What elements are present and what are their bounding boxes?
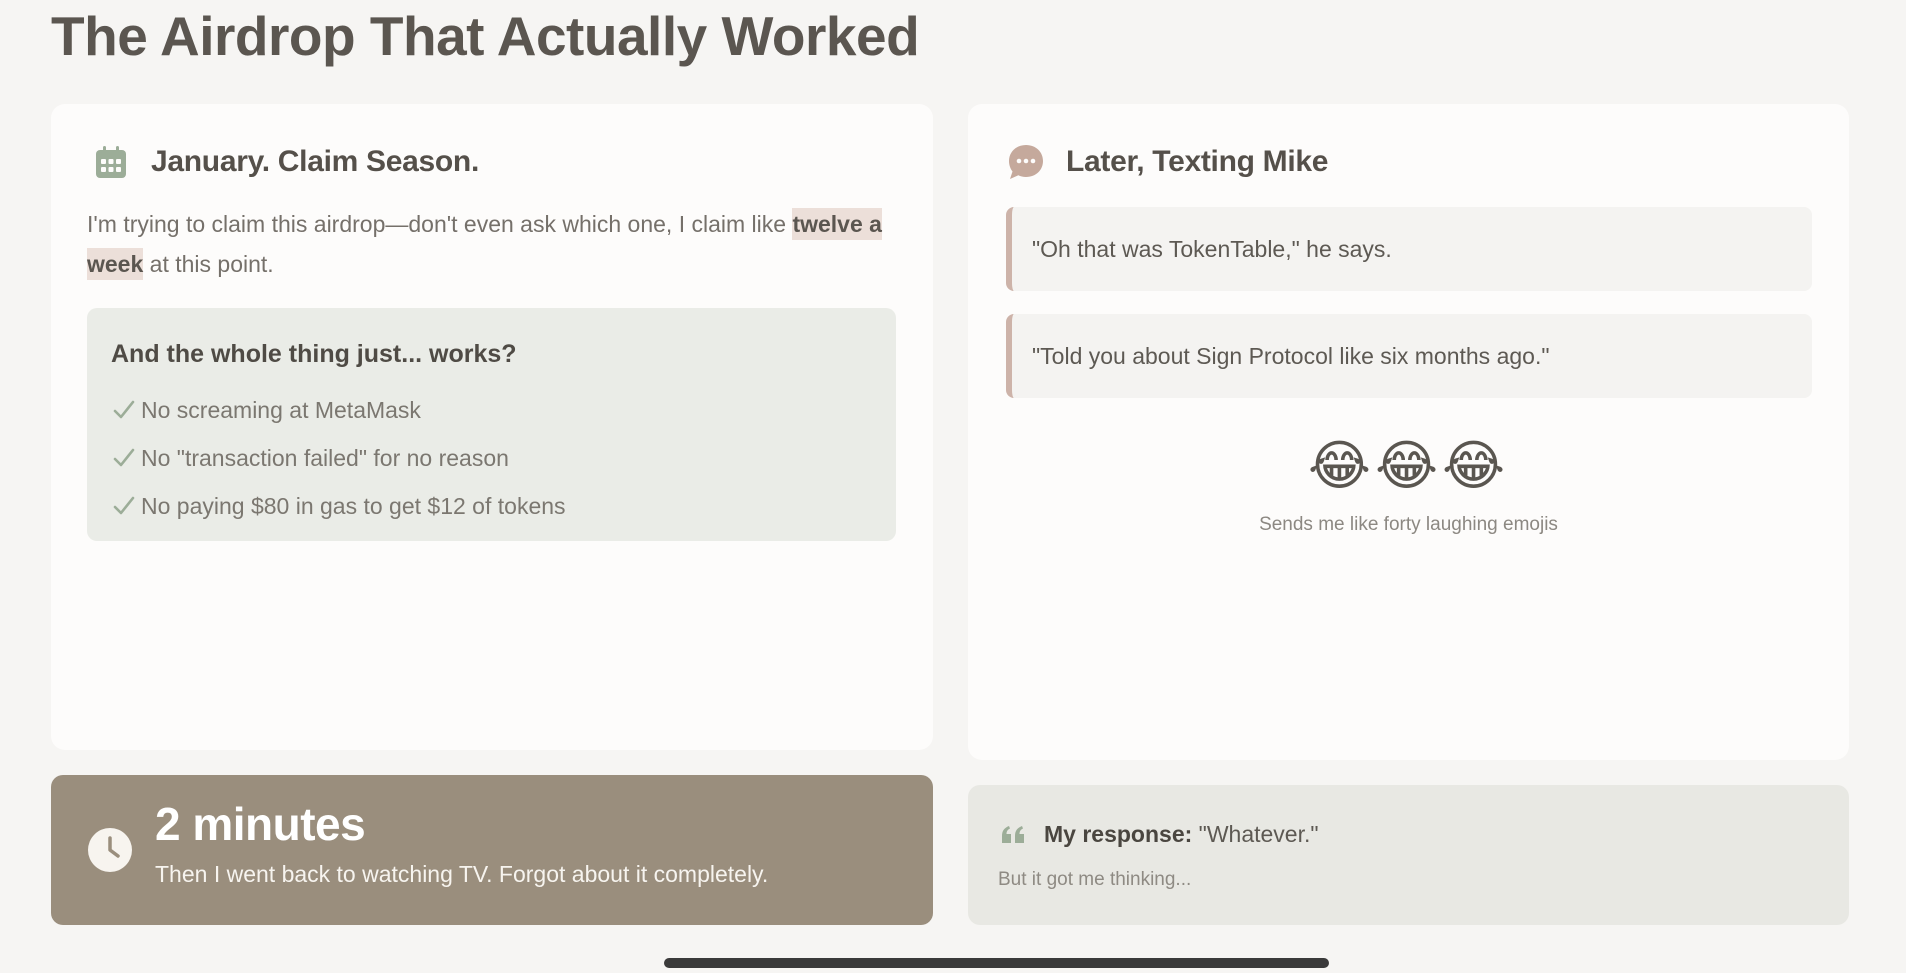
speech-bubble-icon [1006, 142, 1046, 182]
texting-mike-heading: Later, Texting Mike [1066, 145, 1329, 178]
time-stat-card: 2 minutes Then I went back to watching T… [51, 775, 933, 925]
texting-mike-card: Later, Texting Mike "Oh that was TokenTa… [968, 104, 1849, 760]
list-item-text: No screaming at MetaMask [141, 396, 421, 423]
works-list: No screaming at MetaMask No "transaction… [111, 386, 566, 530]
list-item: No paying $80 in gas to get $12 of token… [111, 482, 566, 530]
mike-quote: "Told you about Sign Protocol like six m… [1006, 314, 1812, 398]
intro-text-start: I'm trying to claim this airdrop—don't e… [87, 211, 793, 237]
intro-text-end: at this point. [143, 251, 274, 277]
calendar-icon [91, 142, 131, 182]
response-subtext: But it got me thinking... [998, 869, 1192, 890]
home-indicator[interactable] [664, 958, 1329, 968]
works-callout: And the whole thing just... works? No sc… [87, 308, 896, 541]
mike-quote: "Oh that was TokenTable," he says. [1006, 207, 1812, 291]
claim-season-header: January. Claim Season. [91, 142, 479, 182]
claim-season-intro: I'm trying to claim this airdrop—don't e… [87, 204, 907, 284]
laughing-emojis: 😂😂😂 [1307, 436, 1510, 496]
quote-mark-icon [1002, 826, 1024, 843]
list-item-text: No "transaction failed" for no reason [141, 444, 509, 471]
response-label: My response: [1044, 821, 1193, 847]
response-line: My response: "Whatever." [1044, 821, 1319, 848]
response-text: "Whatever." [1192, 821, 1319, 847]
claim-season-card: January. Claim Season. I'm trying to cla… [51, 104, 933, 750]
list-item: No screaming at MetaMask [111, 386, 566, 434]
claim-season-heading: January. Claim Season. [151, 145, 479, 178]
checkmark-icon [113, 496, 135, 515]
stat-value: 2 minutes [155, 798, 366, 850]
clock-icon [88, 828, 132, 872]
stat-description: Then I went back to watching TV. Forgot … [155, 861, 769, 887]
works-callout-heading: And the whole thing just... works? [111, 340, 517, 368]
response-card: My response: "Whatever." But it got me t… [968, 785, 1849, 925]
checkmark-icon [113, 448, 135, 467]
checkmark-icon [113, 400, 135, 419]
list-item: No "transaction failed" for no reason [111, 434, 566, 482]
page-title: The Airdrop That Actually Worked [51, 5, 920, 67]
texting-mike-header: Later, Texting Mike [1006, 142, 1328, 182]
list-item-text: No paying $80 in gas to get $12 of token… [141, 492, 566, 519]
emoji-caption: Sends me like forty laughing emojis [1259, 514, 1558, 535]
